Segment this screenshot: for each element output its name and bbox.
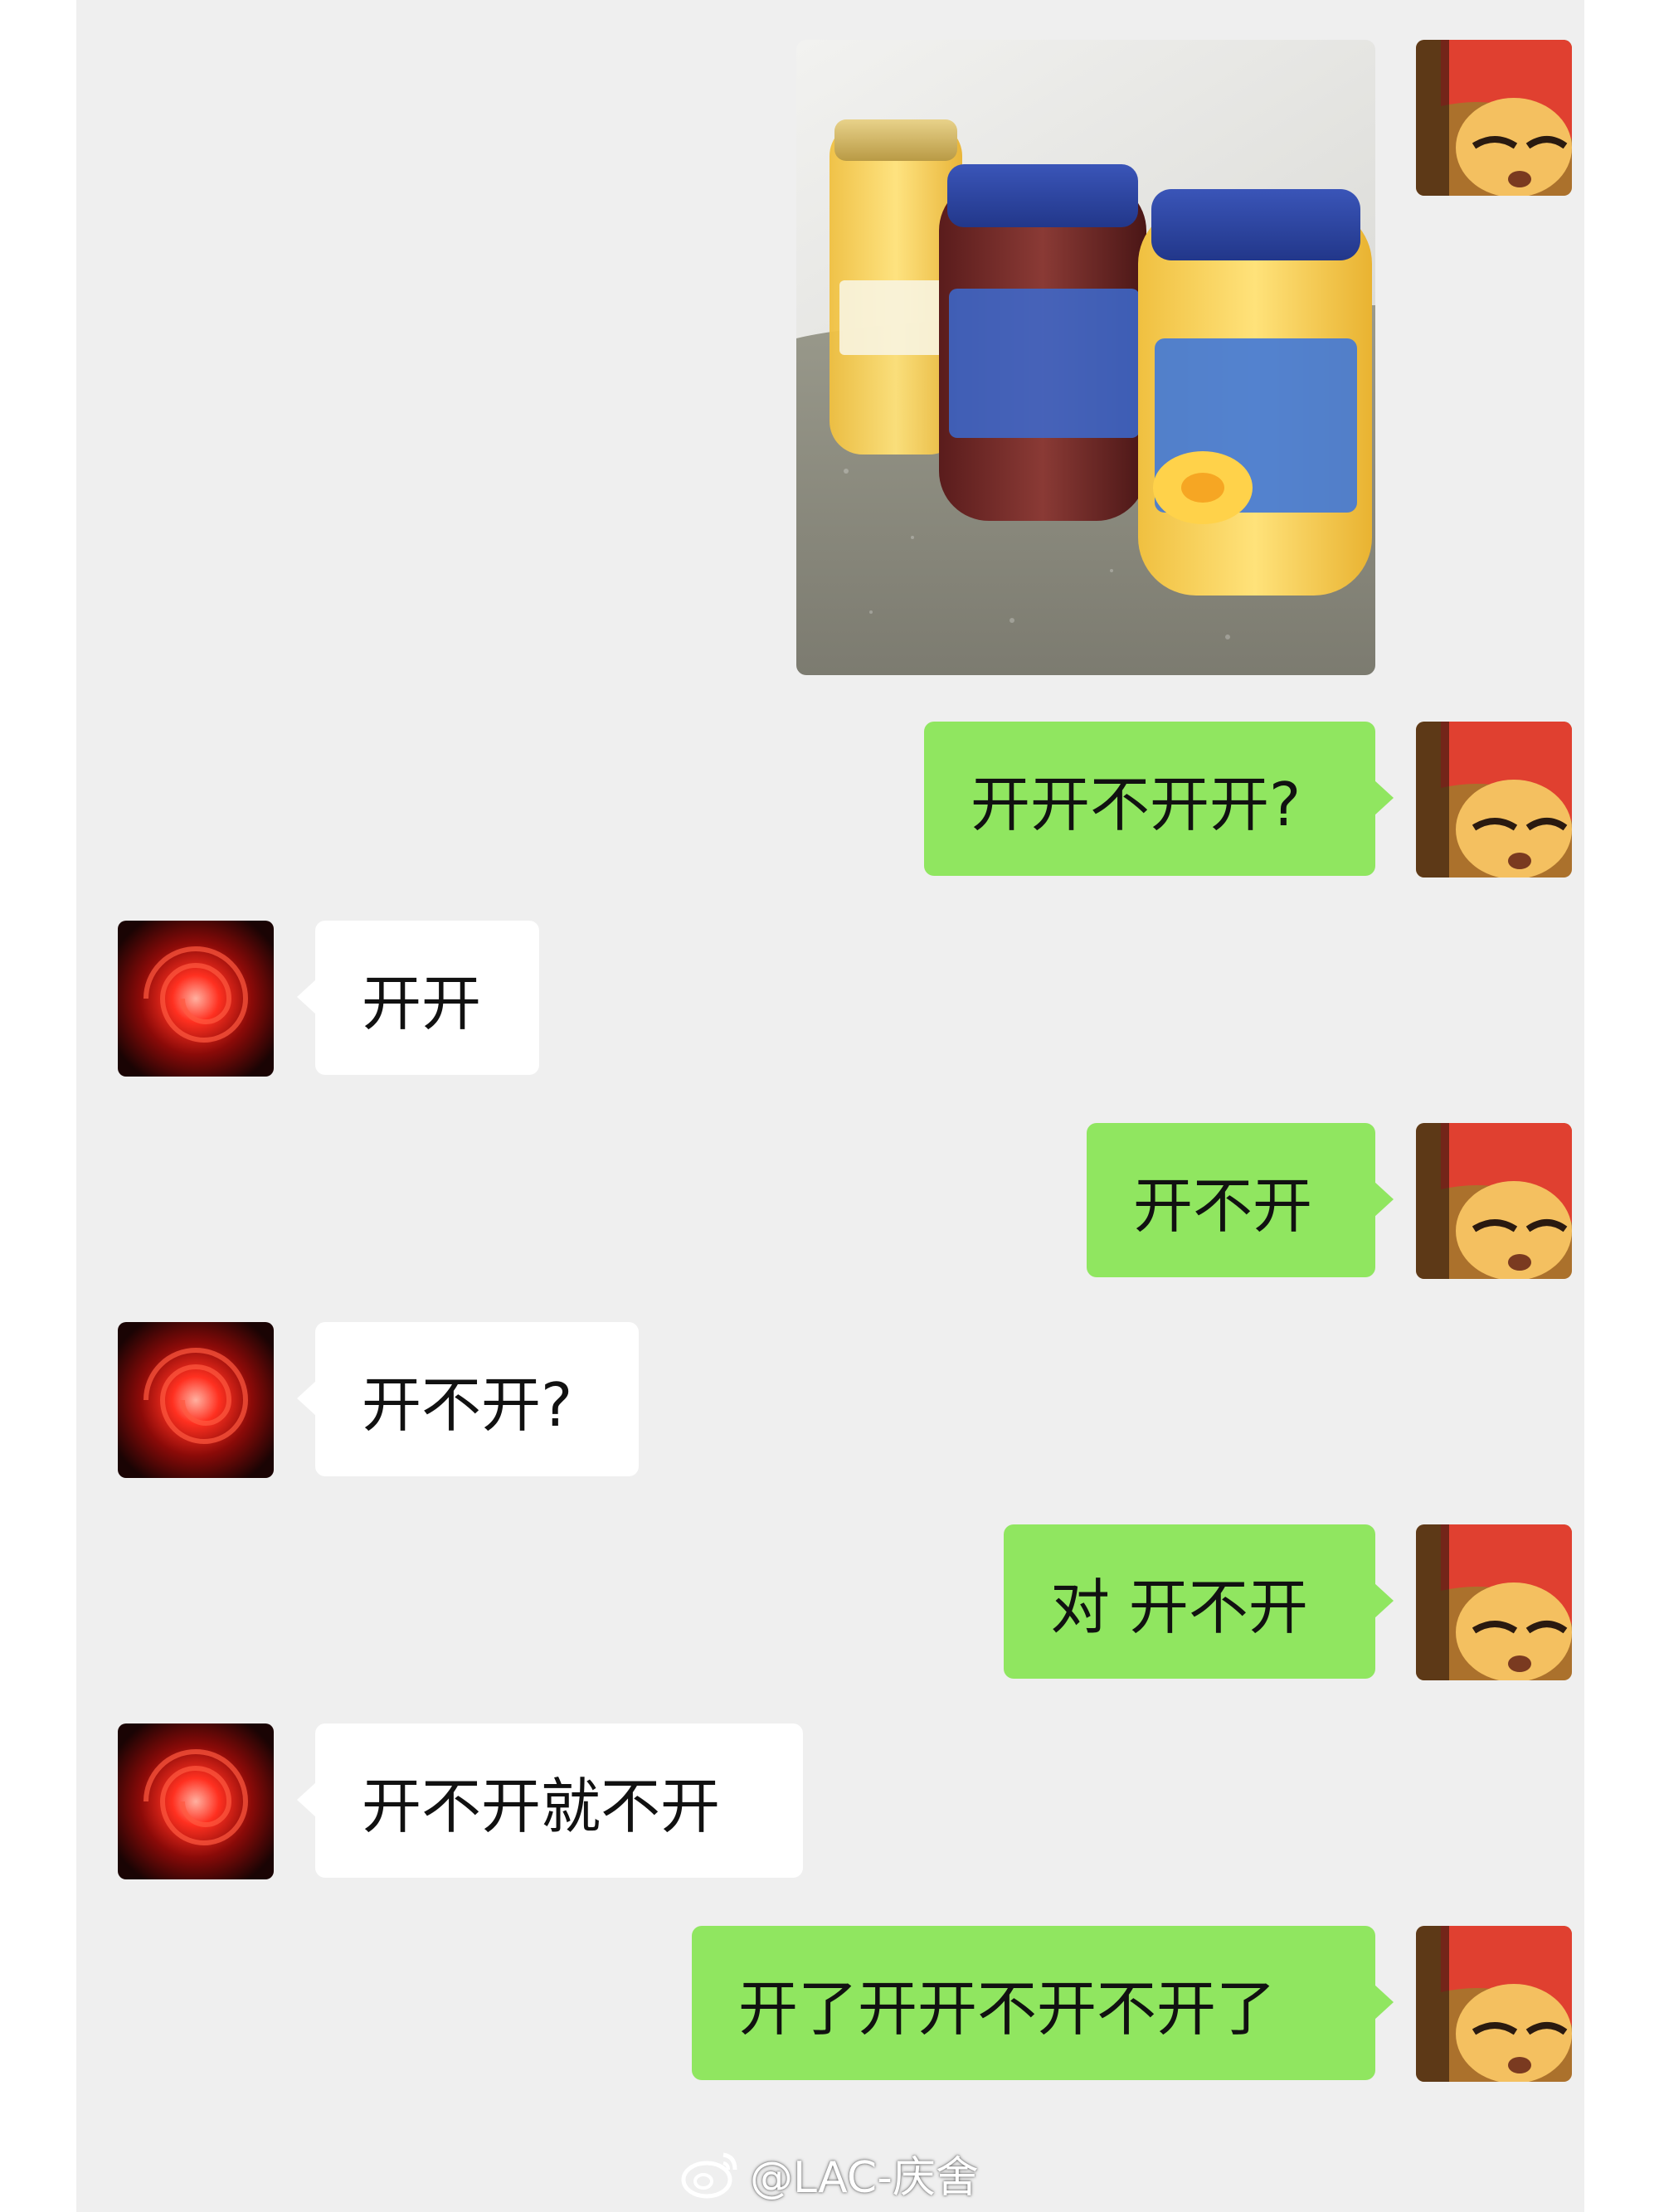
weibo-logo-icon (680, 2146, 742, 2200)
message-text: 对 开不开 (1050, 1572, 1308, 1642)
message-bubble-incoming[interactable]: 开开 (297, 921, 539, 1075)
watermark-text: @LAC-庆舍 (750, 2152, 979, 2203)
message-text: 开开不开开? (971, 769, 1301, 839)
message-bubble-incoming[interactable]: 开不开? (297, 1322, 639, 1476)
cartoon-fox-avatar-icon (1416, 1123, 1572, 1279)
cartoon-fox-avatar-icon (1416, 40, 1572, 196)
message-text: 开不开? (362, 1369, 573, 1440)
my-avatar[interactable] (1416, 1524, 1572, 1680)
message-bubble-outgoing[interactable]: 开不开 (1087, 1123, 1394, 1277)
contact-avatar[interactable] (118, 1723, 274, 1879)
my-avatar[interactable] (1416, 722, 1572, 878)
red-swirl-avatar-icon (118, 921, 274, 1077)
message-bubble-outgoing[interactable]: 开开不开开? (924, 722, 1394, 876)
message-bubble-outgoing[interactable]: 开了开开不开不开了 (692, 1926, 1394, 2080)
cartoon-fox-avatar-icon (1416, 722, 1572, 878)
weibo-watermark: @LAC-庆舍 (680, 2144, 979, 2203)
message-text: 开开 (362, 968, 482, 1038)
my-avatar[interactable] (1416, 1926, 1572, 2082)
photo-message[interactable] (796, 40, 1375, 675)
cartoon-fox-avatar-icon (1416, 1524, 1572, 1680)
contact-avatar[interactable] (118, 1322, 274, 1478)
message-text: 开了开开不开不开了 (738, 1973, 1277, 2044)
cartoon-fox-avatar-icon (1416, 1926, 1572, 2082)
my-avatar[interactable] (1416, 1123, 1572, 1279)
my-avatar[interactable] (1416, 40, 1572, 196)
canned-fruit-jars-photo (796, 40, 1375, 675)
message-text: 开不开就不开 (362, 1771, 721, 1841)
red-swirl-avatar-icon (118, 1322, 274, 1478)
message-bubble-incoming[interactable]: 开不开就不开 (297, 1723, 803, 1878)
red-swirl-avatar-icon (118, 1723, 274, 1879)
message-bubble-outgoing[interactable]: 对 开不开 (1004, 1524, 1394, 1679)
message-text: 开不开 (1133, 1170, 1313, 1241)
contact-avatar[interactable] (118, 921, 274, 1077)
